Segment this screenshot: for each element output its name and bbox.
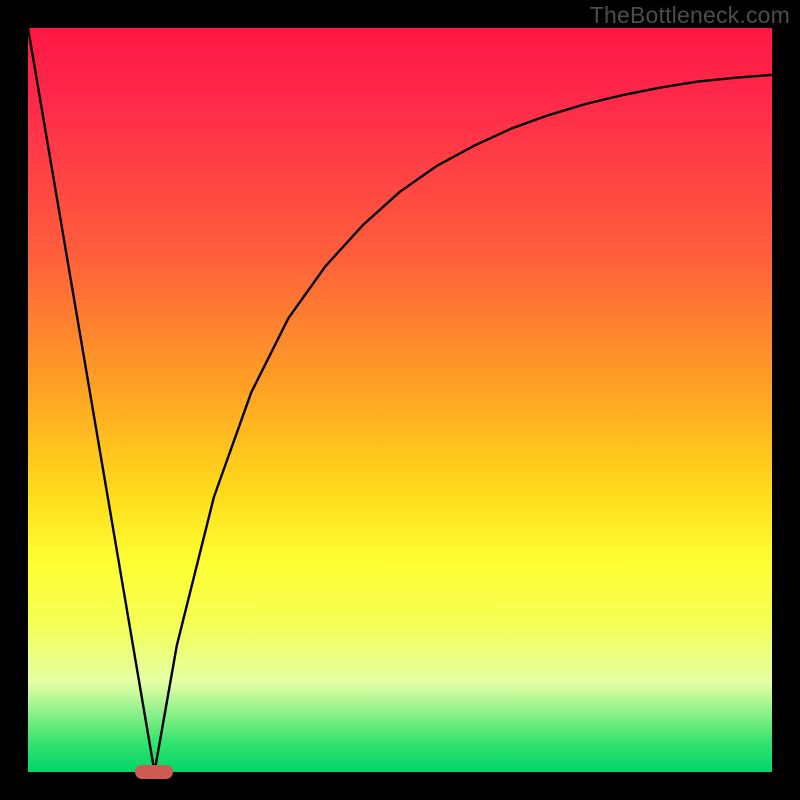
bottleneck-curve bbox=[28, 28, 772, 772]
watermark-text: TheBottleneck.com bbox=[590, 2, 790, 29]
plot-area bbox=[28, 28, 772, 772]
chart-frame: TheBottleneck.com bbox=[0, 0, 800, 800]
minimum-marker bbox=[135, 765, 173, 779]
